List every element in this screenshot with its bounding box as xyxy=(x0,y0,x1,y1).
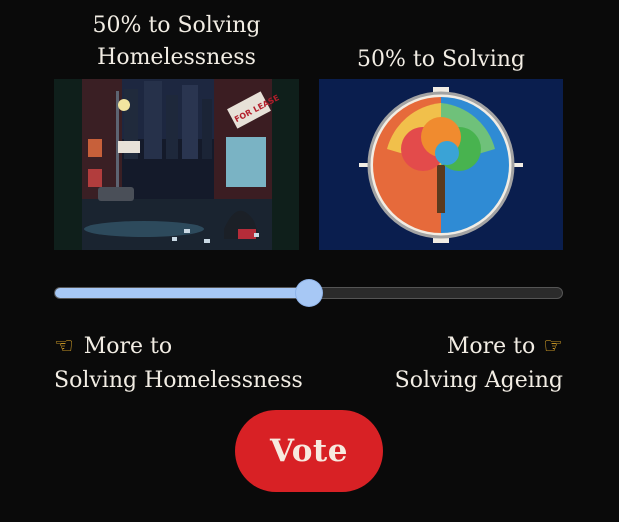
more-homelessness-label: ☜ More to Solving Homelessness xyxy=(54,330,303,398)
homelessness-image: FOR LEASE xyxy=(54,79,299,250)
slider-fill xyxy=(55,288,309,298)
allocation-slider[interactable] xyxy=(54,280,563,306)
more-right-line2: Solving Ageing xyxy=(394,368,563,393)
more-left-line1: More to xyxy=(83,334,173,359)
left-caption-line1: 50% to Solving xyxy=(92,13,261,38)
left-caption: 50% to Solving Homelessness xyxy=(54,10,299,74)
more-ageing-label: More to ☞ Solving Ageing xyxy=(395,330,563,398)
slider-thumb[interactable] xyxy=(295,280,322,306)
pointing-right-hand-icon: ☞ xyxy=(543,334,563,359)
more-left-line2: Solving Homelessness xyxy=(54,368,303,393)
pointing-left-hand-icon: ☜ xyxy=(54,334,74,359)
vote-button[interactable]: Vote xyxy=(235,410,383,492)
more-right-line1: More to xyxy=(446,334,536,359)
ageing-image xyxy=(319,79,563,250)
left-caption-line2: Homelessness xyxy=(97,45,256,70)
